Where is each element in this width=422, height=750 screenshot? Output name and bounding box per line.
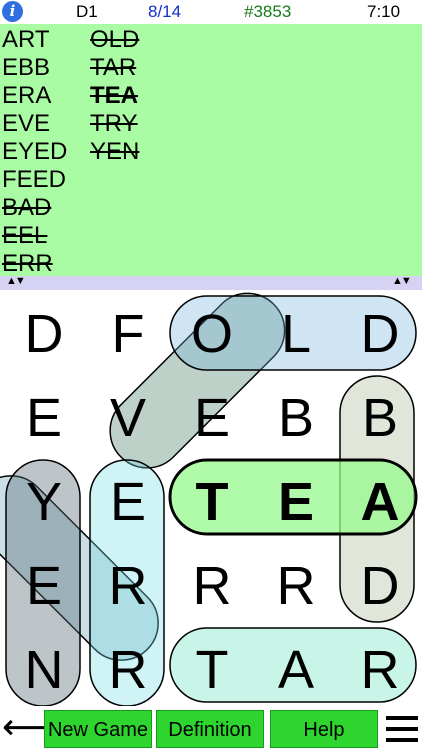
grid-cell[interactable]: O [170,292,254,376]
word-list-item: EBB [2,54,51,81]
grid-cell[interactable]: B [254,376,338,460]
grid-cell[interactable]: E [2,376,86,460]
grid-cell-selected[interactable]: T [170,460,254,544]
word-list-item-found: TEA [90,82,138,109]
letter-grid[interactable]: D F O L D E V E B B Y E T E A E R R R D … [0,290,422,706]
found-progress: 8/14 [148,2,182,21]
word-list-item: ART [2,26,50,53]
word-list-item-found: TRY [90,110,138,137]
grid-cell-selected[interactable]: A [338,460,422,544]
grid-cell[interactable]: E [86,460,170,544]
grid-cell[interactable]: R [170,544,254,628]
grid-cell[interactable]: R [254,544,338,628]
grid-cell[interactable]: R [86,544,170,628]
grid-cell[interactable]: D [338,292,422,376]
word-list-item-found: TAR [90,54,137,81]
grid-cell[interactable]: L [254,292,338,376]
word-list-item: EYED [2,138,68,165]
grid-cell[interactable]: V [86,376,170,460]
grid-cell[interactable]: E [2,544,86,628]
grid-cell[interactable]: Y [2,460,86,544]
grid-cell[interactable]: D [2,292,86,376]
grid-cell[interactable]: R [338,628,422,712]
grid-cell[interactable]: N [2,628,86,712]
word-list-item: FEED [2,166,67,193]
puzzle-name: D1 [76,2,98,21]
new-game-button[interactable]: New Game [44,710,152,748]
grid-cell[interactable]: D [338,544,422,628]
scroll-strip[interactable] [0,276,422,290]
hamburger-menu-icon[interactable] [386,716,418,742]
scroll-arrows-icon[interactable]: ▲▼ [392,274,412,288]
word-list-item-found: OLD [90,26,140,53]
info-icon[interactable]: i [2,1,23,22]
word-list-panel: ART EBB ERA EVE EYED FEED BAD EEL ERR OL… [0,24,422,278]
grid-cell[interactable]: E [170,376,254,460]
game-number: #3853 [244,2,292,21]
word-list-item-found: YEN [90,138,140,165]
help-button[interactable]: Help [270,710,378,748]
grid-cell[interactable]: A [254,628,338,712]
scroll-arrows-icon[interactable]: ▲▼ [6,274,26,288]
status-header: i D1 8/14 #3853 7:10 [0,0,422,24]
grid-cell[interactable]: R [86,628,170,712]
word-list-item: ERA [2,82,52,109]
word-list-column-1: ART EBB ERA EVE EYED FEED BAD EEL ERR [2,26,67,278]
bottom-toolbar: ⟵ New Game Definition Help [0,706,422,750]
grid-cell[interactable]: F [86,292,170,376]
definition-button[interactable]: Definition [156,710,264,748]
word-list-item: EVE [2,110,51,137]
grid-cell[interactable]: B [338,376,422,460]
word-list-item-found: EEL [2,222,48,249]
word-list-column-2: OLD TAR TEA TRY YEN [90,26,139,166]
grid-cell-selected[interactable]: E [254,460,338,544]
grid-cell[interactable]: T [170,628,254,712]
timer: 7:10 [367,2,401,21]
word-list-item-found: BAD [2,194,52,221]
